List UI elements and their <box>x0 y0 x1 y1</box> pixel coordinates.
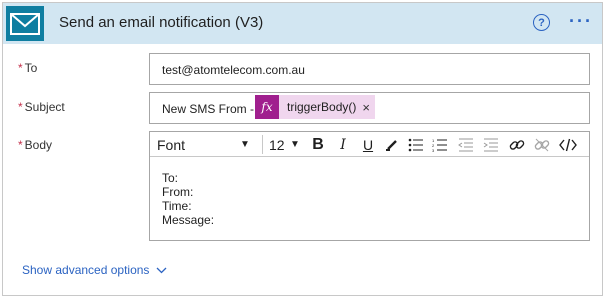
more-options-icon[interactable]: ··· <box>569 12 593 30</box>
bold-button[interactable]: B <box>308 135 328 155</box>
font-dropdown-icon[interactable]: ▼ <box>240 139 250 150</box>
svg-text:3: 3 <box>432 148 435 152</box>
body-label-text: Body <box>24 138 53 152</box>
subject-label: * Subject <box>18 100 65 114</box>
font-size-dropdown-icon[interactable]: ▼ <box>290 139 300 150</box>
chevron-down-icon <box>156 263 167 277</box>
underline-button[interactable]: U <box>358 135 378 155</box>
link-icon[interactable] <box>507 135 527 155</box>
to-label-text: To <box>24 61 38 75</box>
show-advanced-options-link[interactable]: Show advanced options <box>22 263 167 277</box>
highlight-icon[interactable] <box>382 135 402 155</box>
action-header[interactable]: Send an email notification (V3) ? ··· <box>3 3 602 44</box>
remove-token-icon[interactable]: × <box>362 100 375 115</box>
font-select[interactable]: Font <box>157 137 185 153</box>
toolbar-divider <box>262 135 263 154</box>
required-mark: * <box>18 100 23 114</box>
decrease-indent-icon[interactable] <box>456 135 476 155</box>
bulleted-list-icon[interactable] <box>406 135 426 155</box>
italic-button[interactable]: I <box>333 135 353 155</box>
increase-indent-icon[interactable] <box>481 135 501 155</box>
unlink-icon[interactable] <box>532 135 552 155</box>
email-action-card: Send an email notification (V3) ? ··· * T… <box>2 2 603 296</box>
subject-label-text: Subject <box>24 100 65 114</box>
body-content[interactable]: To: From: Time: Message: <box>162 171 214 227</box>
font-size-select[interactable]: 12 <box>269 137 285 153</box>
numbered-list-icon[interactable]: 123 <box>430 135 450 155</box>
subject-prefix: New SMS From - <box>162 102 255 116</box>
body-label: * Body <box>18 138 52 152</box>
advanced-options-label: Show advanced options <box>22 263 150 277</box>
to-field[interactable]: test@atomtelecom.com.au <box>149 53 590 85</box>
required-mark: * <box>18 138 23 152</box>
action-title: Send an email notification (V3) <box>59 14 264 31</box>
body-editor[interactable]: Font ▼ 12 ▼ B I U 123 To: From: Time: Me… <box>149 131 590 241</box>
help-circle-icon[interactable]: ? <box>533 14 550 31</box>
to-label: * To <box>18 61 37 75</box>
dynamic-content-token[interactable]: fx triggerBody() × <box>255 95 375 119</box>
token-label: triggerBody() <box>287 100 357 114</box>
fx-icon: fx <box>255 95 279 119</box>
to-value: test@atomtelecom.com.au <box>162 63 305 77</box>
code-view-icon[interactable] <box>558 135 578 155</box>
subject-field[interactable]: New SMS From - fx triggerBody() × <box>149 92 590 124</box>
mail-icon <box>6 6 44 41</box>
required-mark: * <box>18 61 23 75</box>
rich-text-toolbar: Font ▼ 12 ▼ B I U 123 <box>150 132 589 157</box>
